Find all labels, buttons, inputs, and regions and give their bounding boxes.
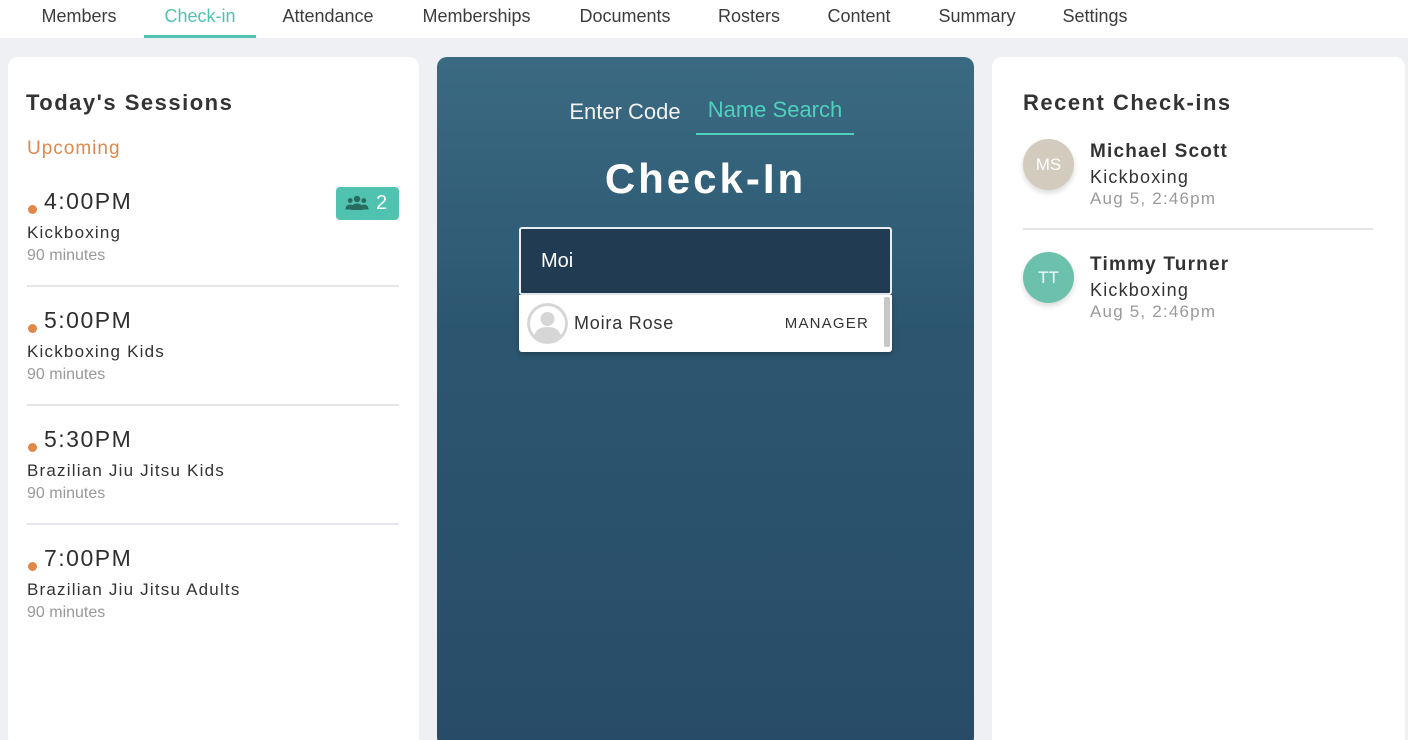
session-item[interactable]: 5:00PM Kickboxing Kids 90 minutes xyxy=(27,306,399,406)
avatar: TT xyxy=(1023,252,1074,303)
tab-attendance[interactable]: Attendance xyxy=(270,0,386,38)
divider xyxy=(1023,228,1373,230)
status-dot xyxy=(28,443,37,452)
status-dot xyxy=(28,562,37,571)
tab-members[interactable]: Members xyxy=(24,0,134,38)
checkin-title: Check-In xyxy=(604,155,807,202)
tab-check-in[interactable]: Check-in xyxy=(144,0,256,38)
attendee-count: 2 xyxy=(376,192,388,214)
session-duration: 90 minutes xyxy=(27,485,106,502)
member-class: Kickboxing xyxy=(1090,167,1190,187)
member-name: Timmy Turner xyxy=(1090,254,1230,275)
session-name: Brazilian Jiu Jitsu Kids xyxy=(27,461,225,480)
top-nav: Members Check-in Attendance Memberships … xyxy=(0,0,1408,38)
search-result-item[interactable]: Moira Rose MANAGER xyxy=(519,295,883,352)
attendee-count-badge[interactable]: 2 xyxy=(336,187,399,220)
people-icon xyxy=(345,195,369,210)
session-time: 5:30PM xyxy=(44,426,133,452)
tab-summary[interactable]: Summary xyxy=(926,0,1028,38)
sessions-title: Today's Sessions xyxy=(26,90,234,115)
checkin-panel: Enter Code Name Search Check-In Moira Ro… xyxy=(437,57,974,740)
session-time: 5:00PM xyxy=(44,307,133,333)
divider xyxy=(27,404,399,406)
tab-memberships[interactable]: Memberships xyxy=(408,0,545,38)
tab-name-search[interactable]: Name Search xyxy=(696,97,854,135)
result-role: MANAGER xyxy=(784,315,869,332)
search-results-dropdown: Moira Rose MANAGER xyxy=(519,295,892,352)
session-item[interactable]: 4:00PM 2 Kickboxing 90 minutes xyxy=(27,187,399,287)
recent-checkins-panel: Recent Check-ins MS Michael Scott Kickbo… xyxy=(992,57,1405,740)
session-name: Kickboxing xyxy=(27,223,122,242)
status-dot xyxy=(28,324,37,333)
session-duration: 90 minutes xyxy=(27,604,106,621)
session-duration: 90 minutes xyxy=(27,247,106,264)
tab-settings[interactable]: Settings xyxy=(1052,0,1138,38)
tab-content[interactable]: Content xyxy=(816,0,902,38)
member-name: Michael Scott xyxy=(1090,141,1229,162)
session-name: Brazilian Jiu Jitsu Adults xyxy=(27,580,241,599)
recent-checkin-item[interactable]: TT Timmy Turner Kickboxing Aug 5, 2:46pm xyxy=(1023,252,1373,362)
session-name: Kickboxing Kids xyxy=(27,342,166,361)
sessions-panel: Today's Sessions Upcoming 4:00PM 2 Kickb… xyxy=(8,57,419,740)
session-duration: 90 minutes xyxy=(27,366,106,383)
checkin-time: Aug 5, 2:46pm xyxy=(1090,302,1217,321)
tab-documents[interactable]: Documents xyxy=(566,0,684,38)
result-name: Moira Rose xyxy=(574,313,675,333)
avatar: MS xyxy=(1023,139,1074,190)
session-time: 7:00PM xyxy=(44,545,133,571)
tab-rosters[interactable]: Rosters xyxy=(706,0,792,38)
divider xyxy=(27,523,399,525)
name-search-input[interactable] xyxy=(519,227,892,295)
status-dot xyxy=(28,205,37,214)
session-item[interactable]: 5:30PM Brazilian Jiu Jitsu Kids 90 minut… xyxy=(27,425,399,525)
recent-title: Recent Check-ins xyxy=(1023,90,1232,115)
user-placeholder-icon xyxy=(527,303,568,344)
member-class: Kickboxing xyxy=(1090,280,1190,300)
tab-enter-code[interactable]: Enter Code xyxy=(565,99,685,137)
session-item[interactable]: 7:00PM Brazilian Jiu Jitsu Adults 90 min… xyxy=(27,544,399,644)
session-time: 4:00PM xyxy=(44,188,133,214)
recent-checkin-item[interactable]: MS Michael Scott Kickboxing Aug 5, 2:46p… xyxy=(1023,139,1373,249)
divider xyxy=(27,285,399,287)
upcoming-label: Upcoming xyxy=(27,138,121,159)
checkin-time: Aug 5, 2:46pm xyxy=(1090,189,1217,208)
dropdown-scrollbar[interactable] xyxy=(884,297,890,347)
